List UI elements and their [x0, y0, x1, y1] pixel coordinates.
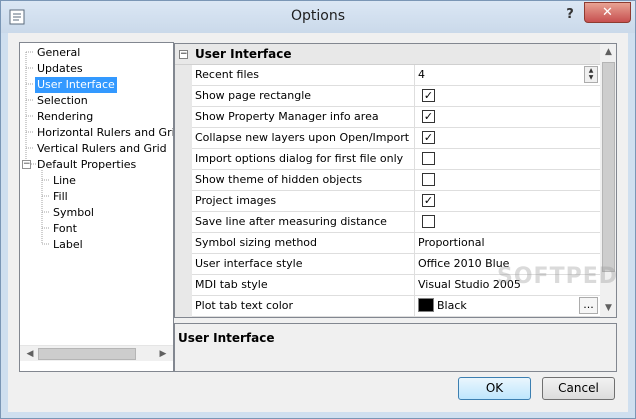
- description-title: User Interface: [178, 331, 275, 345]
- prop-row-collapse-new-layers[interactable]: Collapse new layers upon Open/Import ✓: [192, 128, 600, 149]
- prop-value[interactable]: Black ...: [416, 296, 600, 316]
- prop-row-project-images[interactable]: Project images ✓: [192, 191, 600, 212]
- scroll-thumb[interactable]: [602, 62, 615, 272]
- prop-row-plot-tab-text-color[interactable]: Plot tab text color Black ...: [192, 296, 600, 317]
- tree-item-font[interactable]: Font: [51, 221, 79, 237]
- prop-row-symbol-sizing[interactable]: Symbol sizing method Proportional: [192, 233, 600, 254]
- title-bar: Options ? ✕: [1, 1, 635, 33]
- options-dialog: Options ? ✕ General Updates User Interfa…: [0, 0, 636, 419]
- prop-row-show-page-rectangle[interactable]: Show page rectangle ✓: [192, 86, 600, 107]
- scroll-right-icon[interactable]: ▶: [155, 348, 171, 360]
- prop-name: Import options dialog for first file onl…: [192, 149, 415, 169]
- category-label: User Interface: [195, 47, 292, 61]
- ok-button[interactable]: OK: [458, 377, 531, 400]
- tree-item-symbol[interactable]: Symbol: [51, 205, 96, 221]
- prop-name: Plot tab text color: [192, 296, 415, 316]
- prop-name: MDI tab style: [192, 275, 415, 295]
- prop-value-text: 4: [418, 68, 425, 81]
- tree-item-label[interactable]: Label: [51, 237, 85, 253]
- color-name: Black: [437, 299, 467, 312]
- dialog-client-area: General Updates User Interface Selection…: [8, 33, 628, 412]
- prop-value[interactable]: Proportional: [416, 233, 600, 253]
- scroll-up-icon[interactable]: ▲: [600, 44, 616, 61]
- tree-collapse-icon[interactable]: −: [22, 160, 31, 169]
- prop-row-import-options-dialog[interactable]: Import options dialog for first file onl…: [192, 149, 600, 170]
- tree-item-vertical-rulers[interactable]: Vertical Rulers and Grid: [35, 141, 169, 157]
- tree-items: General Updates User Interface Selection…: [20, 44, 173, 344]
- prop-name: Save line after measuring distance: [192, 212, 415, 232]
- prop-name: Show page rectangle: [192, 86, 415, 106]
- prop-name: Show Property Manager info area: [192, 107, 415, 127]
- category-header[interactable]: − User Interface: [175, 44, 600, 65]
- spinner-up-down-icon[interactable]: ▲ ▼: [584, 66, 598, 83]
- tree-item-updates[interactable]: Updates: [35, 61, 85, 77]
- prop-row-show-theme-hidden[interactable]: Show theme of hidden objects: [192, 170, 600, 191]
- category-collapse-icon[interactable]: −: [179, 50, 188, 59]
- tree-item-user-interface[interactable]: User Interface: [35, 77, 117, 93]
- prop-name: [192, 317, 415, 318]
- prop-row-partial[interactable]: [192, 317, 600, 318]
- prop-value-input[interactable]: 4 ▲ ▼: [416, 65, 600, 85]
- grid-gutter: [175, 65, 192, 317]
- tree-item-rendering[interactable]: Rendering: [35, 109, 95, 125]
- checkbox-checked[interactable]: ✓: [422, 194, 435, 207]
- scroll-down-icon[interactable]: ▼: [600, 300, 616, 317]
- cancel-button[interactable]: Cancel: [542, 377, 615, 400]
- prop-row-show-property-manager[interactable]: Show Property Manager info area ✓: [192, 107, 600, 128]
- scroll-thumb[interactable]: [38, 348, 136, 360]
- tree-item-general[interactable]: General: [35, 45, 82, 61]
- checkbox-checked[interactable]: ✓: [422, 131, 435, 144]
- prop-name: Recent files: [192, 65, 415, 85]
- checkbox-unchecked[interactable]: [422, 152, 435, 165]
- prop-name: User interface style: [192, 254, 415, 274]
- tree-item-horizontal-rulers[interactable]: Horizontal Rulers and Gri: [35, 125, 173, 141]
- prop-name: Symbol sizing method: [192, 233, 415, 253]
- prop-value[interactable]: [416, 317, 600, 318]
- prop-row-save-line[interactable]: Save line after measuring distance: [192, 212, 600, 233]
- prop-name: Project images: [192, 191, 415, 211]
- prop-row-recent-files[interactable]: Recent files 4 ▲ ▼: [192, 65, 600, 86]
- checkbox-unchecked[interactable]: [422, 215, 435, 228]
- watermark: SOFTPEDIA: [497, 264, 617, 289]
- window-title: Options: [290, 8, 346, 24]
- prop-name: Collapse new layers upon Open/Import: [192, 128, 415, 148]
- tree-item-default-properties[interactable]: Default Properties: [35, 157, 138, 173]
- close-button[interactable]: ✕: [584, 2, 631, 23]
- prop-name: Show theme of hidden objects: [192, 170, 415, 190]
- checkbox-checked[interactable]: ✓: [422, 110, 435, 123]
- tree-item-selection[interactable]: Selection: [35, 93, 90, 109]
- description-panel: User Interface: [174, 323, 617, 372]
- checkbox-checked[interactable]: ✓: [422, 89, 435, 102]
- tree-item-fill[interactable]: Fill: [51, 189, 70, 205]
- property-grid: − User Interface Recent files 4 ▲ ▼ Show …: [174, 43, 617, 318]
- help-button[interactable]: ?: [557, 5, 583, 25]
- ellipsis-button[interactable]: ...: [579, 297, 598, 314]
- tree-item-line[interactable]: Line: [51, 173, 78, 189]
- checkbox-unchecked[interactable]: [422, 173, 435, 186]
- category-tree[interactable]: General Updates User Interface Selection…: [19, 42, 174, 372]
- scroll-left-icon[interactable]: ◀: [22, 348, 38, 360]
- tree-horizontal-scrollbar[interactable]: ◀ ▶: [20, 345, 173, 361]
- color-swatch: [418, 298, 434, 312]
